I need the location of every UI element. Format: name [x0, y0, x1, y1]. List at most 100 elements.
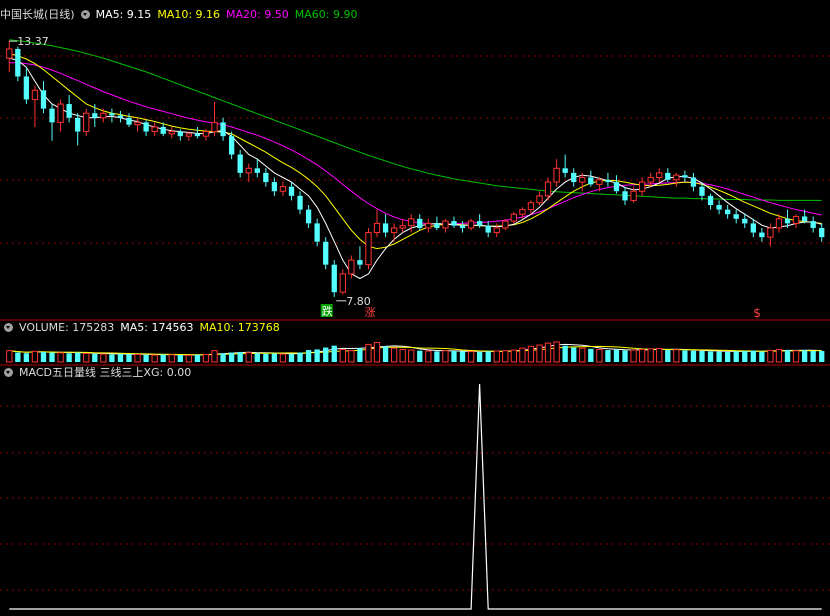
volume-bar[interactable]: [202, 353, 210, 363]
candle[interactable]: [83, 108, 90, 137]
volume-bar[interactable]: [66, 353, 72, 362]
volume-bar[interactable]: [15, 352, 21, 362]
volume-bar[interactable]: [288, 353, 295, 362]
volume-bar[interactable]: [459, 351, 466, 362]
volume-bar[interactable]: [417, 350, 423, 362]
volume-bar[interactable]: [373, 342, 381, 363]
candle[interactable]: [365, 227, 372, 270]
volume-bar[interactable]: [228, 352, 235, 362]
volume-bar[interactable]: [775, 348, 783, 363]
volume-bar[interactable]: [109, 354, 115, 362]
volume-bar[interactable]: [425, 350, 432, 363]
volume-bar[interactable]: [536, 344, 543, 363]
volume-bar[interactable]: [451, 351, 457, 362]
volume-bar[interactable]: [485, 351, 491, 362]
volume-bar[interactable]: [519, 347, 526, 363]
volume-bar[interactable]: [408, 349, 415, 363]
volume-bar[interactable]: [134, 353, 141, 363]
volume-bar[interactable]: [544, 342, 552, 363]
volume-bar[interactable]: [168, 354, 175, 363]
volume-bar[interactable]: [613, 349, 620, 362]
volume-bar[interactable]: [759, 351, 765, 362]
stock-chart[interactable]: 13.377.80跌涨 $: [0, 0, 830, 616]
volume-bar[interactable]: [630, 349, 637, 363]
volume-bar[interactable]: [357, 348, 363, 362]
volume-bar[interactable]: [365, 343, 372, 363]
volume-bar[interactable]: [784, 350, 791, 362]
volume-bar[interactable]: [399, 348, 406, 363]
volume-bar[interactable]: [23, 353, 30, 362]
volume-bar[interactable]: [83, 353, 90, 363]
volume-bar[interactable]: [279, 353, 287, 363]
volume-bar[interactable]: [245, 352, 252, 363]
volume-bar[interactable]: [682, 350, 688, 362]
volume-bar[interactable]: [237, 351, 243, 362]
volume-bar[interactable]: [57, 352, 64, 363]
volume-bar[interactable]: [126, 354, 132, 362]
volume-bar[interactable]: [605, 350, 611, 362]
volume-bar[interactable]: [143, 354, 149, 362]
volume-bar[interactable]: [314, 349, 320, 362]
volume-bar[interactable]: [742, 351, 748, 362]
volume-bar[interactable]: [75, 352, 81, 362]
volume-bar[interactable]: [647, 348, 654, 363]
volume-bar[interactable]: [493, 350, 500, 363]
volume-bar[interactable]: [271, 353, 278, 362]
volume-bar[interactable]: [151, 354, 158, 363]
volume-bar[interactable]: [442, 350, 449, 363]
volume-bar[interactable]: [707, 351, 714, 362]
candle[interactable]: [323, 237, 329, 270]
volume-bar[interactable]: [476, 351, 483, 362]
volume-bar[interactable]: [31, 350, 39, 363]
volume-bar[interactable]: [690, 350, 697, 362]
volume-bar[interactable]: [502, 350, 509, 363]
volume-bar[interactable]: [733, 351, 739, 362]
volume-bar[interactable]: [6, 350, 13, 363]
volume-bar[interactable]: [792, 350, 800, 363]
volume-bar[interactable]: [434, 351, 440, 362]
volume-bar[interactable]: [390, 347, 398, 363]
volume-bar[interactable]: [160, 354, 166, 362]
volume-bar[interactable]: [49, 352, 55, 362]
volume-bar[interactable]: [211, 350, 218, 363]
volume-bar[interactable]: [305, 350, 312, 362]
dropdown-icon[interactable]: [4, 323, 13, 332]
candle[interactable]: [331, 260, 337, 297]
volume-bar[interactable]: [467, 351, 475, 363]
volume-bar[interactable]: [323, 347, 329, 362]
volume-bar[interactable]: [579, 347, 586, 363]
volume-bar[interactable]: [673, 349, 680, 363]
volume-bar[interactable]: [553, 341, 560, 363]
volume-bar[interactable]: [297, 352, 303, 362]
volume-bar[interactable]: [819, 350, 825, 362]
volume-bar[interactable]: [382, 346, 389, 362]
volume-bar[interactable]: [331, 345, 337, 362]
volume-bar[interactable]: [40, 351, 47, 362]
volume-bar[interactable]: [571, 347, 577, 362]
volume-bar[interactable]: [117, 353, 124, 362]
volume-bar[interactable]: [724, 351, 731, 362]
volume-bar[interactable]: [562, 345, 568, 362]
volume-bar[interactable]: [348, 350, 355, 363]
volume-bar[interactable]: [716, 351, 722, 362]
volume-bar[interactable]: [638, 348, 646, 363]
volume-bar[interactable]: [801, 350, 808, 362]
dropdown-icon[interactable]: [4, 368, 13, 377]
volume-bar[interactable]: [596, 348, 603, 363]
volume-bar[interactable]: [527, 345, 535, 363]
volume-bar[interactable]: [767, 349, 774, 363]
volume-bar[interactable]: [510, 349, 518, 363]
volume-bar[interactable]: [699, 351, 705, 362]
volume-bar[interactable]: [665, 350, 671, 362]
volume-bar[interactable]: [177, 355, 183, 362]
volume-bar[interactable]: [92, 353, 98, 362]
volume-bar[interactable]: [185, 354, 193, 363]
volume-bar[interactable]: [254, 353, 260, 362]
volume-bar[interactable]: [263, 353, 269, 362]
volume-bar[interactable]: [622, 350, 628, 362]
dropdown-icon[interactable]: [80, 10, 90, 19]
volume-bar[interactable]: [339, 348, 346, 363]
candle[interactable]: [15, 46, 21, 82]
volume-bar[interactable]: [656, 347, 663, 363]
volume-bar[interactable]: [220, 353, 226, 362]
